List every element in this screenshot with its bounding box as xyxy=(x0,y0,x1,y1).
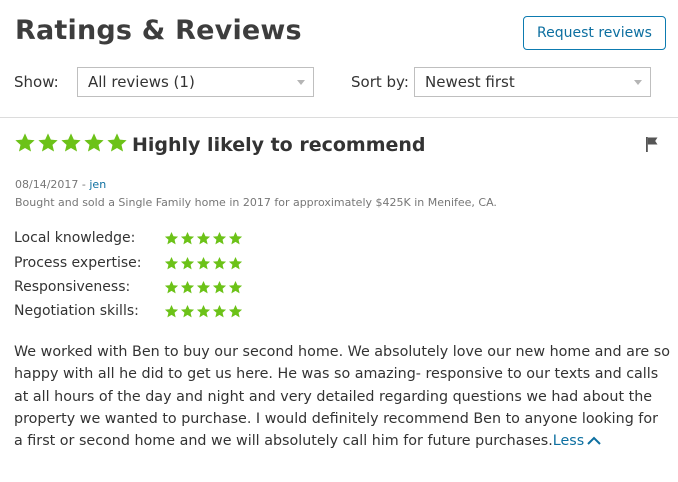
sub-rating-stars xyxy=(164,256,243,271)
sub-rating-stars xyxy=(164,280,243,295)
page-title: Ratings & Reviews xyxy=(15,15,302,46)
review-date: 08/14/2017 xyxy=(15,178,79,191)
star-icon xyxy=(212,304,227,318)
review-body: We worked with Ben to buy our second hom… xyxy=(14,341,670,452)
star-icon xyxy=(84,133,104,152)
sub-rating-label: Responsiveness: xyxy=(14,279,131,295)
divider xyxy=(0,117,678,118)
star-icon xyxy=(164,280,179,294)
sort-label: Sort by: xyxy=(351,73,409,91)
star-icon xyxy=(107,133,127,152)
star-icon xyxy=(38,133,58,152)
show-label: Show: xyxy=(14,73,59,91)
star-icon xyxy=(180,231,195,245)
star-icon xyxy=(15,133,35,152)
sort-select[interactable]: Newest first xyxy=(414,67,651,97)
star-icon xyxy=(212,256,227,270)
star-icon xyxy=(164,256,179,270)
review-author-link[interactable]: jen xyxy=(89,178,106,191)
show-filter-value: All reviews (1) xyxy=(88,73,195,91)
chevron-up-icon xyxy=(587,436,601,445)
star-icon xyxy=(212,231,227,245)
star-icon xyxy=(180,304,195,318)
review-headline: Highly likely to recommend xyxy=(132,134,426,156)
star-icon xyxy=(164,304,179,318)
star-icon xyxy=(164,231,179,245)
star-icon xyxy=(196,231,211,245)
less-label: Less xyxy=(552,433,585,450)
sub-rating-label: Negotiation skills: xyxy=(14,303,139,319)
less-link[interactable]: Less xyxy=(553,433,602,449)
request-reviews-button[interactable]: Request reviews xyxy=(523,16,666,50)
star-icon xyxy=(212,280,227,294)
sub-rating-stars xyxy=(164,231,243,246)
star-icon xyxy=(228,231,243,245)
sort-value: Newest first xyxy=(425,73,515,91)
meta-separator: - xyxy=(78,178,90,191)
sub-rating-stars xyxy=(164,304,243,319)
star-icon xyxy=(196,280,211,294)
sub-rating-label: Local knowledge: xyxy=(14,230,136,246)
flag-icon[interactable] xyxy=(645,136,659,152)
star-icon xyxy=(196,256,211,270)
review-meta: 08/14/2017 - jen xyxy=(15,178,106,191)
star-icon xyxy=(61,133,81,152)
star-icon xyxy=(180,256,195,270)
star-icon xyxy=(228,304,243,318)
star-icon xyxy=(228,256,243,270)
transaction-summary: Bought and sold a Single Family home in … xyxy=(15,196,497,209)
show-filter-select[interactable]: All reviews (1) xyxy=(77,67,314,97)
chevron-down-icon xyxy=(297,80,305,85)
star-icon xyxy=(228,280,243,294)
star-icon xyxy=(196,304,211,318)
sub-rating-label: Process expertise: xyxy=(14,255,142,271)
chevron-down-icon xyxy=(634,80,642,85)
star-icon xyxy=(180,280,195,294)
overall-rating-stars xyxy=(14,132,128,154)
